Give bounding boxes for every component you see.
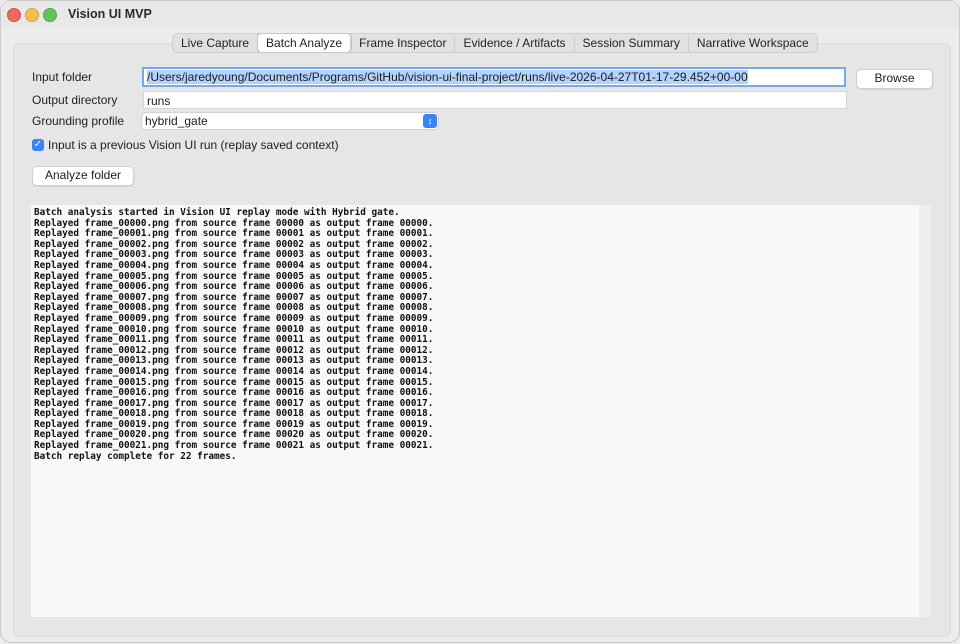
input-folder-label: Input folder [32,70,93,84]
input-folder-value: /Users/jaredyoung/Documents/Programs/Git… [147,70,748,84]
browse-button[interactable]: Browse [856,69,933,89]
log-line: Replayed frame_00014.png from source fra… [34,365,434,377]
replay-checkbox[interactable]: ✓ [32,139,44,151]
tab-session-summary[interactable]: Session Summary [575,34,689,52]
checkmark-icon: ✓ [33,139,43,150]
grounding-profile-select[interactable]: hybrid_gate ↕ [141,112,439,130]
tab-evidence-artifacts[interactable]: Evidence / Artifacts [455,34,575,52]
chevron-updown-icon: ↕ [423,114,437,128]
log-line: Replayed frame_00009.png from source fra… [34,312,434,324]
window-title: Vision UI MVP [68,7,152,21]
close-button-icon[interactable] [7,8,21,22]
output-directory-label: Output directory [32,93,118,107]
log-line: Batch analysis started in Vision UI repl… [34,207,400,218]
log-line: Replayed frame_00004.png from source fra… [34,259,434,271]
grounding-profile-value: hybrid_gate [145,114,208,128]
log-scrollbar[interactable] [919,205,931,617]
minimize-button-icon[interactable] [25,8,39,22]
tab-bar: Live Capture Batch Analyze Frame Inspect… [172,33,818,53]
grounding-profile-label: Grounding profile [32,114,125,128]
output-directory-field[interactable]: runs [143,91,847,109]
tab-narrative-workspace[interactable]: Narrative Workspace [689,34,817,52]
tab-batch-analyze[interactable]: Batch Analyze [258,34,352,52]
input-folder-field[interactable]: /Users/jaredyoung/Documents/Programs/Git… [142,67,846,87]
log-lines: Batch analysis started in Vision UI repl… [34,207,919,462]
tab-frame-inspector[interactable]: Frame Inspector [351,34,456,52]
app-window: Vision UI MVP Live Capture Batch Analyze… [1,1,959,642]
log-line: Batch replay complete for 22 frames. [34,450,237,462]
zoom-button-icon[interactable] [43,8,57,22]
analyze-folder-button[interactable]: Analyze folder [32,166,134,186]
title-bar: Vision UI MVP [1,1,959,28]
tab-live-capture[interactable]: Live Capture [173,34,259,52]
batch-log-output[interactable]: Batch analysis started in Vision UI repl… [31,205,919,617]
replay-checkbox-label: Input is a previous Vision UI run (repla… [48,138,339,152]
